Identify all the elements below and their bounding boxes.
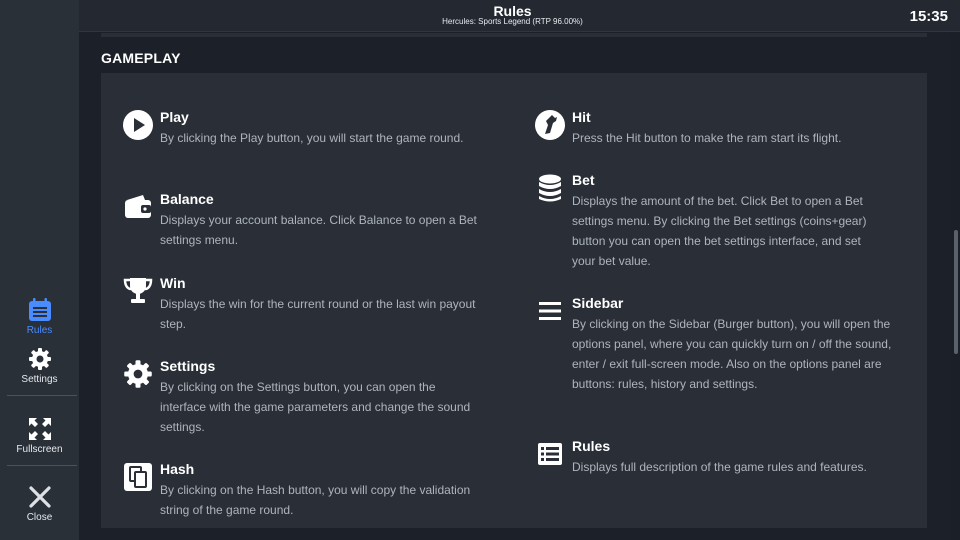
gear-icon (28, 348, 51, 370)
coins-icon (534, 172, 566, 204)
copy-icon (122, 461, 154, 493)
item-desc: Displays the win for the current round o… (160, 297, 476, 331)
item-name: Hash (160, 461, 195, 477)
rules-icon (28, 298, 51, 321)
trophy-icon (122, 275, 154, 307)
sidebar-divider (7, 395, 77, 396)
list-icon (534, 438, 566, 470)
close-label: Close (26, 512, 53, 523)
item-name: Win (160, 275, 186, 291)
item-desc: Displays the amount of the bet. Click Be… (572, 194, 867, 268)
hit-icon (534, 109, 566, 141)
rules-button[interactable]: Rules (0, 298, 79, 336)
item-desc: Press the Hit button to make the ram sta… (572, 131, 842, 145)
play-icon (122, 109, 154, 141)
section-title: GAMEPLAY (101, 50, 181, 66)
rules-label: Rules (26, 325, 53, 336)
settings-label: Settings (21, 374, 58, 385)
sidebar: Rules Settings Fullscreen Close (0, 0, 79, 540)
item-desc: By clicking the Play button, you will st… (160, 131, 464, 145)
previous-panel-edge (101, 33, 927, 37)
item-name: Sidebar (572, 295, 624, 311)
rules-content: GAMEPLAY Play By clicking the Play butto… (79, 33, 951, 540)
item-name: Balance (160, 191, 214, 207)
item-desc: By clicking on the Sidebar (Burger butto… (572, 317, 892, 391)
burger-icon (534, 295, 566, 327)
fullscreen-icon (28, 418, 51, 440)
sidebar-divider (7, 465, 77, 466)
item-desc: By clicking on the Settings button, you … (160, 380, 471, 434)
close-button[interactable]: Close (0, 485, 79, 523)
game-subtitle: Hercules: Sports Legend (RTP 96.00%) (442, 17, 583, 26)
item-name: Bet (572, 172, 595, 188)
settings-button[interactable]: Settings (0, 347, 79, 385)
close-icon (28, 486, 51, 508)
clock: 15:35 (909, 8, 948, 25)
item-name: Rules (572, 438, 611, 454)
header: Rules Hercules: Sports Legend (RTP 96.00… (79, 0, 960, 32)
item-name: Hit (572, 109, 591, 125)
gameplay-panel: Play By clicking the Play button, you wi… (101, 73, 927, 528)
item-desc: Displays full description of the game ru… (572, 460, 867, 474)
gear-icon (122, 358, 154, 390)
item-name: Play (160, 109, 189, 125)
item-desc: By clicking on the Hash button, you will… (160, 483, 471, 517)
item-name: Settings (160, 358, 216, 374)
item-desc: Displays your account balance. Click Bal… (160, 213, 477, 247)
fullscreen-button[interactable]: Fullscreen (0, 417, 79, 455)
scrollbar[interactable] (954, 230, 958, 354)
wallet-icon (122, 191, 154, 223)
fullscreen-label: Fullscreen (16, 444, 63, 455)
